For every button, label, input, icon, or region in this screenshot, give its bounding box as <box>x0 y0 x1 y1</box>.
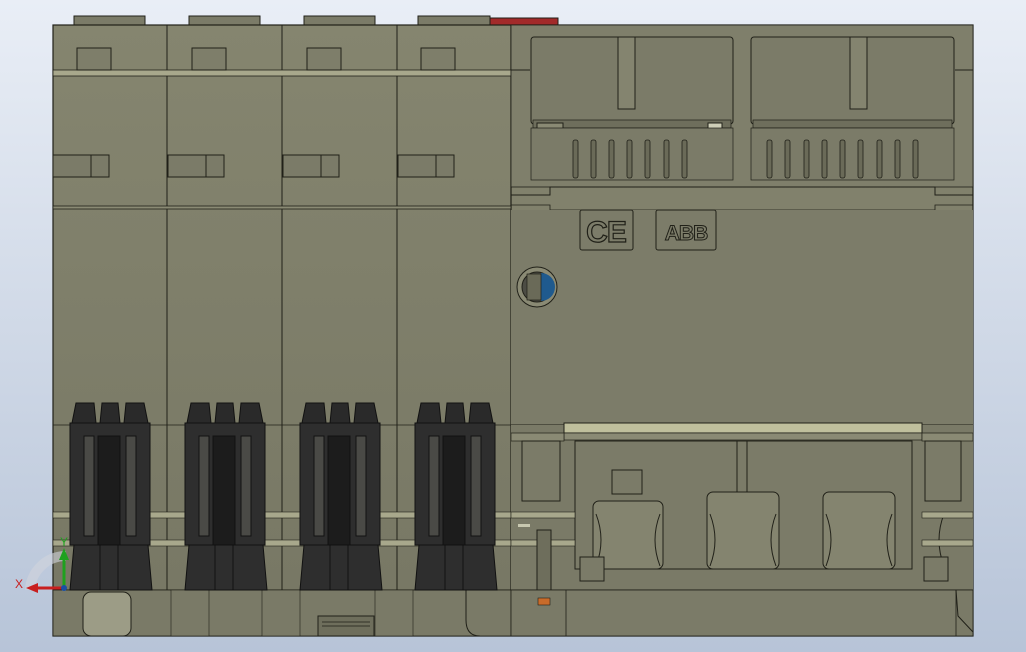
ce-mark-icon: CE <box>579 209 634 251</box>
ce-mark-text: CE <box>586 216 626 249</box>
orange-marker <box>537 597 551 606</box>
base-foot-left <box>82 591 132 637</box>
terminal-clamp-4 <box>414 402 498 591</box>
status-indicator-icon <box>516 266 558 308</box>
pole-window-3 <box>306 47 342 71</box>
abb-logo-icon: ABB <box>655 209 717 251</box>
connector-socket-left <box>530 36 734 181</box>
triad-y-label: Y <box>60 535 68 549</box>
model-canvas[interactable]: CE ABB Y X <box>0 0 1026 652</box>
pole-window-4 <box>420 47 456 71</box>
auxiliary-module: CE ABB <box>510 24 974 637</box>
abb-logo-text: ABB <box>665 222 708 245</box>
pole-window-1 <box>76 47 112 71</box>
din-rail-clip <box>536 529 552 591</box>
pole-window-2 <box>191 47 227 71</box>
triad-x-label: X <box>15 577 23 591</box>
cad-viewport[interactable]: CE ABB Y X <box>0 0 1026 652</box>
side-latch-left <box>521 440 561 502</box>
terminal-clamp-1 <box>69 402 153 591</box>
terminal-clamp-3 <box>299 402 383 591</box>
terminal-clamp-2 <box>184 402 268 591</box>
side-latch-right <box>924 440 962 502</box>
terminal-screws <box>592 491 945 570</box>
connector-socket-right <box>750 36 955 181</box>
